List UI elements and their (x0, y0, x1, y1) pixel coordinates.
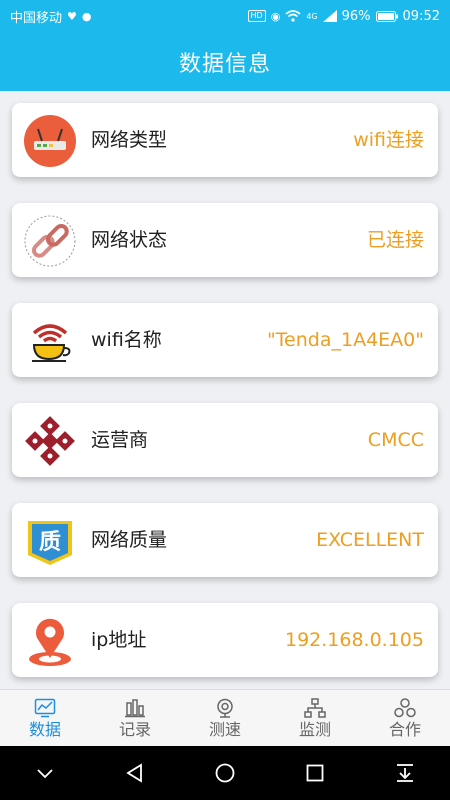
card-ip-address[interactable]: ip地址 192.168.0.105 (12, 603, 438, 677)
operator-logo-icon (24, 415, 76, 467)
tab-cooperate[interactable]: 合作 (360, 690, 450, 746)
network-monitor-icon (304, 697, 326, 718)
card-label: wifi名称 (91, 329, 162, 351)
battery-level: 96% (341, 8, 371, 24)
clock: 09:52 (402, 8, 440, 24)
chevron-down-icon[interactable] (34, 762, 56, 784)
hd-badge: HD (247, 10, 266, 22)
signal-label: 4G (306, 11, 318, 21)
card-network-quality[interactable]: 质 网络质量 EXCELLENT (12, 503, 438, 577)
eye-icon: ◉ (270, 9, 281, 23)
wifi-status-icon (285, 10, 301, 22)
card-label: 运营商 (91, 429, 149, 451)
info-list[interactable]: 网络类型 wifi连接 网络状态 已连接 wifi名称 "Tenda_1A4EA… (0, 91, 450, 689)
battery-icon (375, 10, 398, 22)
bottom-tab-bar: 数据 记录 测速 监测 合作 (0, 689, 450, 746)
card-label: 网络质量 (91, 529, 168, 551)
system-nav-bar (0, 746, 450, 800)
record-icon (125, 698, 145, 717)
tab-label: 数据 (28, 719, 61, 739)
page-title: 数据信息 (178, 51, 271, 77)
card-label: 网络类型 (91, 129, 168, 151)
quality-badge-icon: 质 (24, 515, 76, 567)
carrier-name: 中国移动 (10, 10, 63, 26)
card-label: 网络状态 (91, 229, 168, 251)
app-bar: 数据信息 (0, 32, 450, 91)
card-network-type[interactable]: 网络类型 wifi连接 (12, 103, 438, 177)
card-value: CMCC (367, 429, 424, 451)
location-pin-icon (24, 615, 76, 667)
card-wifi-name[interactable]: wifi名称 "Tenda_1A4EA0" (12, 303, 438, 377)
card-value: 已连接 (366, 229, 424, 251)
back-icon[interactable] (124, 762, 146, 784)
chain-link-icon (24, 215, 76, 267)
notification-pull-icon[interactable] (394, 762, 416, 784)
tab-label: 监测 (298, 719, 331, 739)
heart-icon: ♥ (67, 9, 77, 23)
wechat-icon: ● (81, 9, 92, 23)
wifi-cup-icon (24, 315, 76, 367)
status-bar: 中国移动 ♥ ● HD ◉ 4G 96% 09:52 (0, 0, 450, 32)
card-value: EXCELLENT (316, 529, 424, 551)
tab-data[interactable]: 数据 (0, 690, 90, 746)
card-network-status[interactable]: 网络状态 已连接 (12, 203, 438, 277)
svg-text:质: 质 (39, 530, 61, 555)
card-value: "Tenda_1A4EA0" (266, 329, 424, 351)
speed-test-icon (217, 698, 233, 718)
tab-label: 合作 (388, 719, 421, 739)
signal-icon (322, 10, 337, 22)
cooperate-icon (394, 697, 416, 717)
card-value: 192.168.0.105 (284, 629, 424, 651)
tab-speed-test[interactable]: 测速 (180, 690, 270, 746)
card-label: ip地址 (91, 629, 147, 651)
card-operator[interactable]: 运营商 CMCC (12, 403, 438, 477)
router-icon (24, 115, 76, 167)
tab-label: 测速 (208, 719, 241, 739)
home-icon[interactable] (214, 762, 236, 784)
tab-monitor[interactable]: 监测 (270, 690, 360, 746)
tab-record[interactable]: 记录 (90, 690, 180, 746)
chart-icon (34, 698, 56, 717)
tab-label: 记录 (118, 719, 151, 739)
card-value: wifi连接 (353, 129, 424, 151)
recent-apps-icon[interactable] (304, 762, 326, 784)
